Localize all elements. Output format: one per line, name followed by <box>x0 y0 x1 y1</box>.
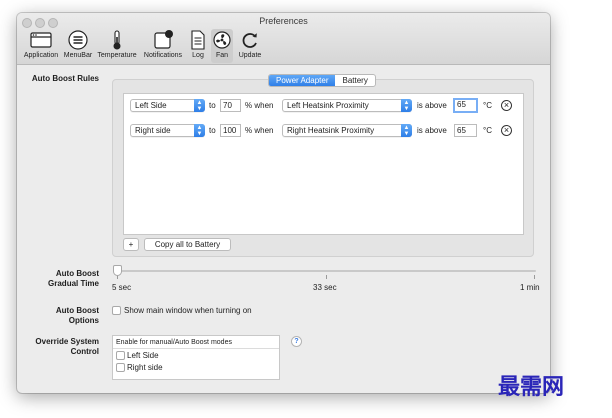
gradual-time-label: Auto Boost Gradual Time <box>17 269 99 289</box>
rules-list: Left Side ▲ ▼ to 70 % when Left Heatsink … <box>123 93 524 235</box>
override-label-line2: Control <box>70 347 99 356</box>
override-left-side-checkbox[interactable] <box>116 351 125 360</box>
rule-to-label: to <box>209 126 216 135</box>
slider-tick <box>534 275 535 279</box>
toolbar-fan[interactable]: Fan <box>211 29 233 63</box>
toolbar-application-label: Application <box>23 52 59 59</box>
remove-rule-icon[interactable]: × <box>501 125 512 136</box>
slider-mid-label: 33 sec <box>313 283 337 292</box>
slider-min-label: 5 sec <box>112 283 132 292</box>
preferences-window: Preferences Application MenuBar Temperat… <box>17 13 550 393</box>
toolbar-notifications-label: Notifications <box>143 52 183 59</box>
power-source-segmented-control: Power Adapter Battery <box>268 74 376 87</box>
show-main-window-label: Show main window when turning on <box>124 306 252 315</box>
toolbar-menubar[interactable]: MenuBar <box>62 29 94 63</box>
rule-when-label: % when <box>245 101 274 110</box>
rule-temperature-field[interactable]: 65 <box>453 98 478 113</box>
chevron-updown-icon: ▲ ▼ <box>401 124 412 137</box>
auto-boost-rules-label: Auto Boost Rules <box>31 74 99 83</box>
chevron-updown-icon: ▲ ▼ <box>194 124 205 137</box>
rule-sensor-value: Right Heatsink Proximity <box>287 126 375 135</box>
override-left-side-label: Left Side <box>127 351 159 360</box>
rule-fan-select[interactable]: Right side ▲ ▼ <box>130 124 205 137</box>
toolbar-update[interactable]: Update <box>235 29 265 63</box>
tab-battery[interactable]: Battery <box>335 75 374 86</box>
menubar-list-icon <box>68 30 88 50</box>
override-right-side-checkbox[interactable] <box>116 363 125 372</box>
toolbar-temperature[interactable]: Temperature <box>96 29 138 63</box>
rule-fan-select[interactable]: Left Side ▲ ▼ <box>130 99 205 112</box>
override-label-line1: Override System <box>35 337 99 346</box>
gradual-time-label-line1: Auto Boost <box>55 269 99 278</box>
help-button[interactable]: ? <box>291 336 302 347</box>
gradual-time-slider-track[interactable] <box>116 270 536 272</box>
rule-sensor-select[interactable]: Left Heatsink Proximity ▲ ▼ <box>282 99 412 112</box>
options-label-line1: Auto Boost <box>55 306 99 315</box>
override-header: Enable for manual/Auto Boost modes <box>116 339 232 346</box>
fan-icon <box>213 31 231 49</box>
toolbar-notifications[interactable]: Notifications <box>141 29 185 63</box>
rule-fan-value: Left Side <box>135 101 167 110</box>
rule-is-above-label: is above <box>417 101 447 110</box>
options-label-line2: Options <box>68 316 99 325</box>
rule-sensor-value: Left Heatsink Proximity <box>287 101 369 110</box>
rule-fan-value: Right side <box>135 126 171 135</box>
toolbar-log-label: Log <box>192 52 204 59</box>
add-rule-button[interactable]: + <box>123 238 139 251</box>
rule-unit-label: °C <box>483 101 492 110</box>
toolbar-temperature-label: Temperature <box>97 52 137 59</box>
slider-tick <box>326 275 327 279</box>
log-document-icon <box>191 30 205 50</box>
window-title: Preferences <box>259 16 308 26</box>
rule-temperature-field[interactable]: 65 <box>454 124 477 137</box>
tab-power-adapter[interactable]: Power Adapter <box>269 75 336 86</box>
copy-all-to-battery-button[interactable]: Copy all to Battery <box>144 238 231 251</box>
toolbar-application[interactable]: Application <box>22 29 60 63</box>
show-main-window-checkbox[interactable] <box>112 306 121 315</box>
override-right-side-label: Right side <box>127 363 163 372</box>
gradual-time-slider-knob[interactable] <box>113 265 122 276</box>
application-window-icon <box>30 32 52 48</box>
toolbar-log[interactable]: Log <box>187 29 209 63</box>
override-divider <box>113 348 279 349</box>
update-arrows-icon <box>242 33 257 48</box>
rule-is-above-label: is above <box>417 126 447 135</box>
rule-unit-label: °C <box>483 126 492 135</box>
options-label: Auto Boost Options <box>17 306 99 326</box>
toolbar-update-label: Update <box>238 52 262 59</box>
chevron-updown-icon: ▲ ▼ <box>401 99 412 112</box>
toolbar-fan-label: Fan <box>215 52 229 59</box>
notifications-icon <box>154 30 173 49</box>
thermometer-icon <box>113 30 121 50</box>
rule-to-label: to <box>209 101 216 110</box>
slider-max-label: 1 min <box>520 283 540 292</box>
chevron-updown-icon: ▲ ▼ <box>194 99 205 112</box>
remove-rule-icon[interactable]: × <box>501 100 512 111</box>
gradual-time-label-line2: Gradual Time <box>48 279 99 288</box>
rule-percent-field[interactable]: 100 <box>220 124 241 137</box>
toolbar-menubar-label: MenuBar <box>63 52 93 59</box>
watermark-logo: 最需网 <box>498 374 565 400</box>
titlebar: Preferences Application MenuBar Temperat… <box>17 13 550 65</box>
rule-when-label: % when <box>245 126 274 135</box>
override-label: Override System Control <box>17 337 99 357</box>
rule-sensor-select[interactable]: Right Heatsink Proximity ▲ ▼ <box>282 124 412 137</box>
rule-percent-field[interactable]: 70 <box>220 99 241 112</box>
override-list: Enable for manual/Auto Boost modes Left … <box>112 335 280 380</box>
